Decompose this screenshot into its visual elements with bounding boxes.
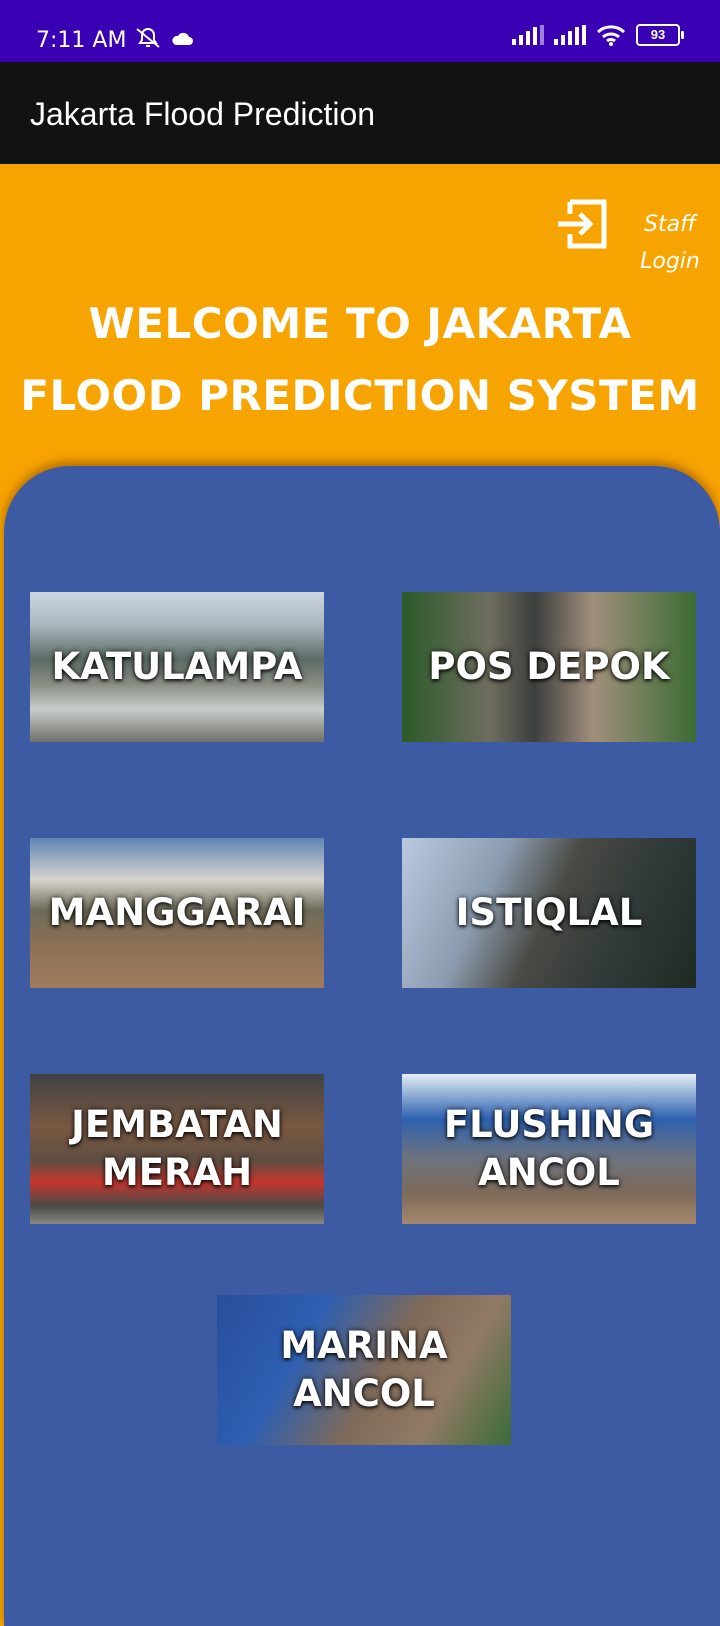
- station-card-pos-depok[interactable]: POS DEPOK: [402, 592, 696, 742]
- battery-icon: 93: [636, 24, 684, 46]
- login-icon[interactable]: [556, 196, 612, 252]
- app-title: Jakarta Flood Prediction: [30, 96, 376, 132]
- welcome-heading: WELCOME TO JAKARTA FLOOD PREDICTION SYST…: [20, 299, 700, 420]
- status-time: 7:11 AM: [36, 28, 127, 53]
- signal-icon: [512, 25, 544, 45]
- cloud-icon: [172, 32, 193, 45]
- station-card-katulampa[interactable]: KATULAMPA: [30, 592, 324, 742]
- status-icons-left: [134, 26, 194, 50]
- station-label: MARINA ANCOL: [280, 1324, 448, 1415]
- station-label: POS DEPOK: [428, 645, 670, 688]
- wifi-icon: [596, 25, 626, 46]
- stations-panel: KATULAMPA POS DEPOK MANGGARAI ISTIQLAL J…: [4, 466, 720, 1626]
- status-bar: 7:11 AM 93: [0, 0, 720, 62]
- staff-login-link[interactable]: Staff Login: [630, 206, 710, 280]
- station-label: JEMBATAN MERAH: [71, 1103, 283, 1194]
- station-label: ISTIQLAL: [455, 891, 643, 934]
- signal-icon: [554, 25, 586, 45]
- header-area: Staff Login WELCOME TO JAKARTA FLOOD PRE…: [0, 164, 720, 484]
- app-bar: Jakarta Flood Prediction: [0, 62, 720, 164]
- station-label: KATULAMPA: [51, 645, 303, 688]
- station-card-manggarai[interactable]: MANGGARAI: [30, 838, 324, 988]
- station-label: FLUSHING ANCOL: [443, 1103, 655, 1194]
- station-label: MANGGARAI: [48, 891, 306, 934]
- status-icons-right: 93: [512, 24, 684, 46]
- station-card-jembatan-merah[interactable]: JEMBATAN MERAH: [30, 1074, 324, 1224]
- station-card-marina-ancol[interactable]: MARINA ANCOL: [217, 1295, 511, 1445]
- mute-icon: [136, 28, 160, 48]
- station-card-flushing-ancol[interactable]: FLUSHING ANCOL: [402, 1074, 696, 1224]
- station-card-istiqlal[interactable]: ISTIQLAL: [402, 838, 696, 988]
